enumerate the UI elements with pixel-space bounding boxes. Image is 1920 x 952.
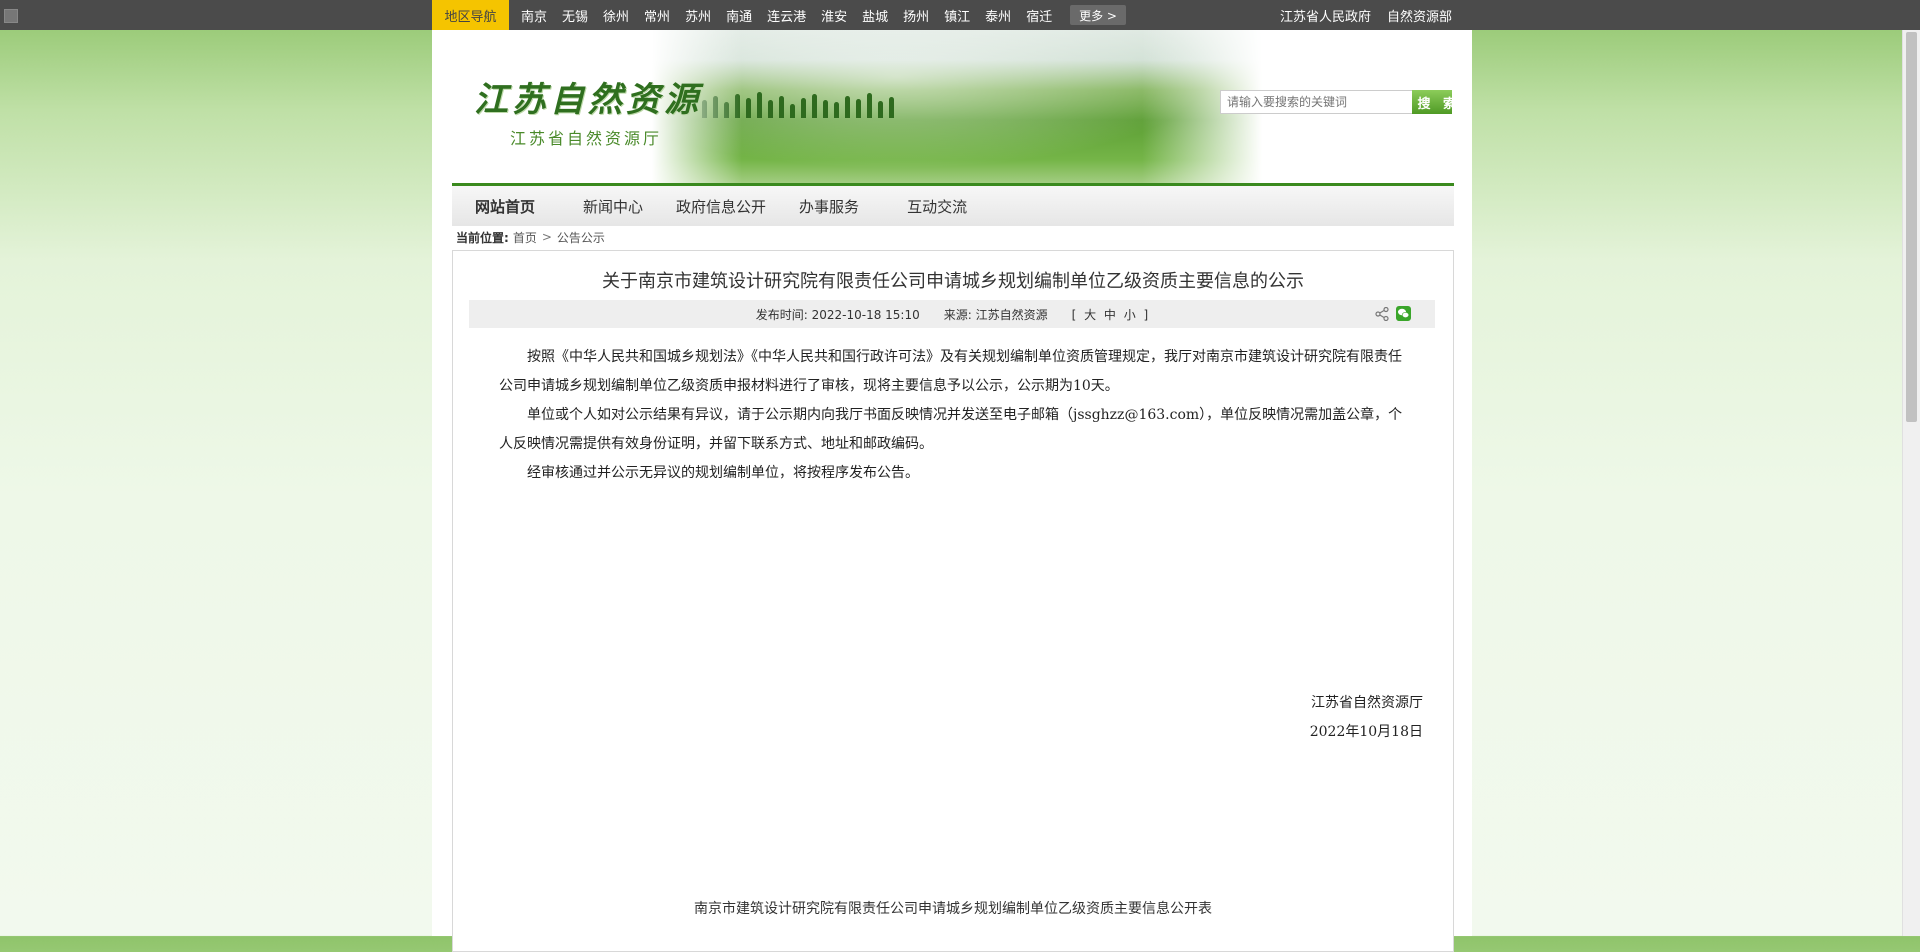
- nav-item-home[interactable]: 网站首页: [475, 196, 535, 217]
- article-source: 来源: 江苏自然资源: [943, 307, 1048, 322]
- breadcrumb-home[interactable]: 首页: [513, 229, 537, 246]
- wechat-icon[interactable]: [1396, 306, 1411, 321]
- search-box: 搜 索: [1220, 90, 1452, 114]
- breadcrumb-separator: >: [541, 230, 552, 244]
- city-link-zhenjiang[interactable]: 镇江: [944, 6, 970, 25]
- logo-subtitle: 江苏省自然资源厅: [510, 129, 663, 148]
- top-right-links: 江苏省人民政府 自然资源部: [1264, 0, 1452, 30]
- info-table-title: 南京市建筑设计研究院有限责任公司申请城乡规划编制单位乙级资质主要信息公开表: [694, 901, 1212, 917]
- top-bar: 地区导航 南京 无锡 徐州 常州 苏州 南通 连云港 淮安 盐城 扬州 镇江 泰…: [0, 0, 1920, 30]
- font-size-switch[interactable]: [ 大 中 小 ]: [1072, 306, 1149, 323]
- page-container: 江苏自然资源 江苏省自然资源厅 搜 索 网站首页 新闻中心 政府信息公开 办事服…: [432, 30, 1472, 952]
- city-link-wuxi[interactable]: 无锡: [562, 6, 588, 25]
- article-signature-block: 江苏省自然资源厅 2022年10月18日: [1310, 689, 1423, 747]
- city-link-taizhou[interactable]: 泰州: [985, 6, 1011, 25]
- banner-trees: [702, 90, 1202, 118]
- page-scrollbar[interactable]: [1902, 30, 1920, 936]
- top-bar-inner: 地区导航 南京 无锡 徐州 常州 苏州 南通 连云港 淮安 盐城 扬州 镇江 泰…: [432, 0, 1452, 30]
- city-link-xuzhou[interactable]: 徐州: [603, 6, 629, 25]
- nav-item-services[interactable]: 办事服务: [799, 196, 859, 217]
- breadcrumb-label: 当前位置:: [456, 230, 509, 245]
- nav-item-gov-info[interactable]: 政府信息公开: [676, 196, 766, 217]
- article-paragraph: 单位或个人如对公示结果有异议，请于公示期内向我厅书面反映情况并发送至电子邮箱（j…: [499, 407, 1403, 452]
- breadcrumb-current[interactable]: 公告公示: [557, 229, 605, 246]
- scrollbar-thumb[interactable]: [1906, 32, 1917, 422]
- link-ministry-natural-resources[interactable]: 自然资源部: [1387, 6, 1452, 25]
- search-input[interactable]: [1220, 90, 1413, 114]
- nav-item-interaction[interactable]: 互动交流: [907, 196, 967, 217]
- article-paragraph: 按照《中华人民共和国城乡规划法》《中华人民共和国行政许可法》及有关规划编制单位资…: [499, 349, 1402, 394]
- city-link-suzhou[interactable]: 苏州: [685, 6, 711, 25]
- city-link-yancheng[interactable]: 盐城: [862, 6, 888, 25]
- article-body: 按照《中华人民共和国城乡规划法》《中华人民共和国行政许可法》及有关规划编制单位资…: [499, 343, 1409, 488]
- signature-date: 2022年10月18日: [1309, 724, 1423, 740]
- city-link-huaian[interactable]: 淮安: [821, 6, 847, 25]
- more-cities-button[interactable]: 更多 >: [1070, 5, 1126, 25]
- city-link-suqian[interactable]: 宿迁: [1026, 6, 1052, 25]
- region-nav-label[interactable]: 地区导航: [432, 0, 509, 30]
- nav-item-news[interactable]: 新闻中心: [583, 196, 643, 217]
- search-button[interactable]: 搜 索: [1412, 90, 1452, 114]
- city-links: 南京 无锡 徐州 常州 苏州 南通 连云港 淮安 盐城 扬州 镇江 泰州 宿迁: [521, 0, 1067, 30]
- site-logo[interactable]: 江苏自然资源 江苏省自然资源厅: [474, 72, 702, 149]
- share-icon[interactable]: [1375, 307, 1389, 321]
- article-meta-bar: 发布时间: 2022-10-18 15:10 来源: 江苏自然资源 [ 大 中 …: [469, 300, 1435, 328]
- site-header: 江苏自然资源 江苏省自然资源厅 搜 索: [452, 30, 1452, 185]
- publish-time: 发布时间: 2022-10-18 15:10: [755, 307, 920, 322]
- city-link-yangzhou[interactable]: 扬州: [903, 6, 929, 25]
- signature-org: 江苏省自然资源厅: [1311, 695, 1423, 711]
- article-title: 关于南京市建筑设计研究院有限责任公司申请城乡规划编制单位乙级资质主要信息的公示: [602, 271, 1304, 292]
- article-panel: 关于南京市建筑设计研究院有限责任公司申请城乡规划编制单位乙级资质主要信息的公示 …: [452, 250, 1454, 952]
- menu-icon[interactable]: [4, 9, 18, 23]
- main-nav: 网站首页 新闻中心 政府信息公开 办事服务 互动交流: [452, 183, 1454, 226]
- city-link-changzhou[interactable]: 常州: [644, 6, 670, 25]
- breadcrumb: 当前位置: 首页 > 公告公示: [456, 227, 605, 247]
- link-jiangsu-government[interactable]: 江苏省人民政府: [1280, 6, 1371, 25]
- city-link-lianyungang[interactable]: 连云港: [767, 6, 806, 25]
- city-link-nanjing[interactable]: 南京: [521, 6, 547, 25]
- city-link-nantong[interactable]: 南通: [726, 6, 752, 25]
- logo-title: 江苏自然资源: [474, 80, 702, 120]
- article-paragraph: 经审核通过并公示无异议的规划编制单位，将按程序发布公告。: [527, 465, 919, 481]
